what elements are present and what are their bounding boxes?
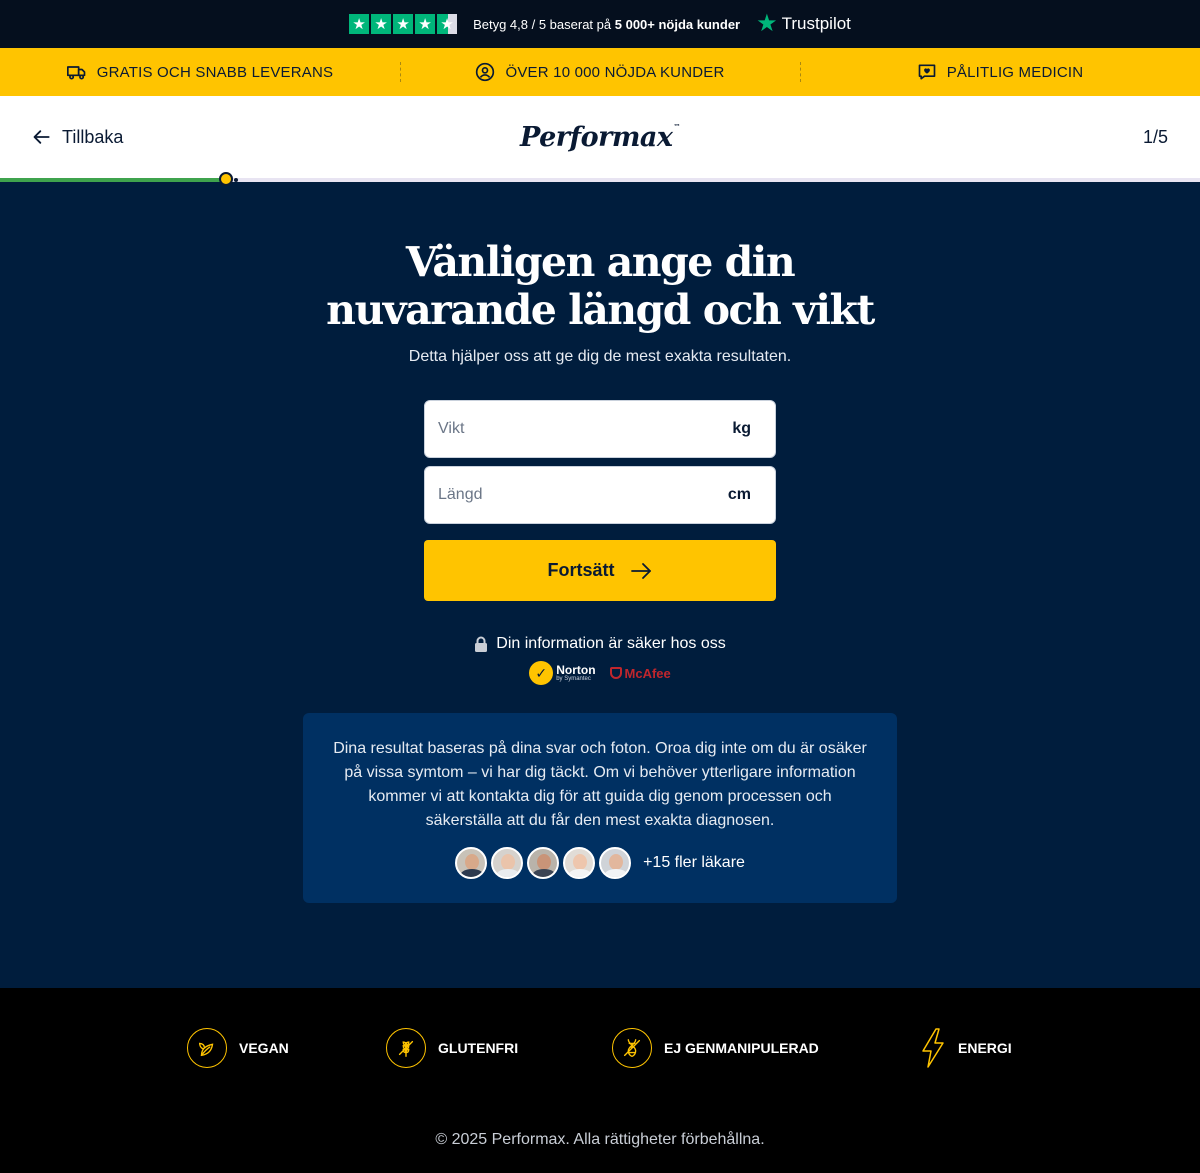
height-field[interactable]: cm xyxy=(424,466,776,524)
star-icon: ★ xyxy=(349,14,370,34)
more-doctors: +15 fler läkare xyxy=(643,854,745,871)
info-box: Dina resultat baseras på dina svar och f… xyxy=(303,713,897,903)
feature-gluten-free: GLUTENFRI xyxy=(386,1028,518,1068)
check-icon: ✓ xyxy=(529,661,554,685)
usp-medicine: PÅLITLIG MEDICIN xyxy=(800,48,1200,96)
progress-bar xyxy=(0,172,1200,186)
truck-icon xyxy=(66,66,86,80)
arrow-right-icon xyxy=(630,562,651,579)
weight-unit: kg xyxy=(732,420,751,437)
step-indicator: 1/5 xyxy=(1142,126,1168,147)
trustpilot-star-icon: ★ xyxy=(756,10,778,37)
dna-icon xyxy=(612,1028,652,1068)
security-badges: ✓ Norton by Symantec McAfee xyxy=(529,661,671,685)
page-title: Vänligen ange din nuvarande längd och vi… xyxy=(326,238,875,334)
weight-input[interactable] xyxy=(438,420,678,438)
main-content: Vänligen ange din nuvarande längd och vi… xyxy=(0,182,1200,988)
norton-badge: ✓ Norton by Symantec xyxy=(529,661,596,685)
height-unit: cm xyxy=(727,486,751,503)
leaf-icon xyxy=(187,1028,227,1068)
trustpilot-logo[interactable]: ★ Trustpilot xyxy=(756,12,851,36)
feature-energy: ENERGI xyxy=(920,1028,1012,1068)
site-footer: VEGAN GLUTENFRI EJ GENMANIPULERAD ENERGI… xyxy=(0,988,1200,1173)
star-icon: ★ xyxy=(371,14,392,34)
copyright: © 2025 Performax. Alla rättigheter förbe… xyxy=(435,1131,765,1148)
lock-icon xyxy=(475,636,488,652)
heart-message-icon xyxy=(918,64,936,80)
security-note: Din information är säker hos oss xyxy=(474,635,726,653)
back-label: Tillbaka xyxy=(62,126,124,147)
avatar xyxy=(563,847,596,879)
usp-bar: GRATIS OCH SNABB LEVERANS ÖVER 10 000 NÖ… xyxy=(0,48,1200,96)
height-input[interactable] xyxy=(438,486,678,504)
progress-fill xyxy=(0,178,226,182)
feature-vegan: VEGAN xyxy=(187,1028,289,1068)
weight-field[interactable]: kg xyxy=(424,400,776,458)
feature-list: VEGAN GLUTENFRI EJ GENMANIPULERAD ENERGI xyxy=(0,1028,1200,1068)
mcafee-badge: McAfee xyxy=(609,666,671,681)
progress-marker xyxy=(219,172,238,186)
avatar xyxy=(491,847,524,879)
avatar xyxy=(527,847,560,879)
star-icon: ★ xyxy=(415,14,436,34)
avatar xyxy=(455,847,488,879)
usp-delivery: GRATIS OCH SNABB LEVERANS xyxy=(0,48,400,96)
trustpilot-stars: ★ ★ ★ ★ ★ xyxy=(349,14,458,34)
star-icon: ★ xyxy=(393,14,414,34)
page-subtitle: Detta hjälper oss att ge dig de mest exa… xyxy=(408,348,792,365)
lightning-icon xyxy=(920,1028,946,1068)
continue-button[interactable]: Fortsätt xyxy=(424,540,776,601)
site-header: Tillbaka Performax™ 1/5 xyxy=(0,96,1200,178)
mcafee-shield-icon xyxy=(609,667,622,679)
feature-non-gmo: EJ GENMANIPULERAD xyxy=(612,1028,819,1068)
continue-label: Fortsätt xyxy=(547,560,615,580)
rating-text: Betyg 4,8 / 5 baserat på 5 000+ nöjda ku… xyxy=(473,16,741,32)
back-button[interactable]: Tillbaka xyxy=(32,127,123,148)
arrow-left-icon xyxy=(33,130,50,144)
info-text: Dina resultat baseras på dina svar och f… xyxy=(333,740,867,829)
half-star-icon: ★ xyxy=(437,14,458,34)
trustpilot-bar: ★ ★ ★ ★ ★ Betyg 4,8 / 5 baserat på 5 000… xyxy=(0,0,1200,48)
user-circle-icon xyxy=(476,62,495,82)
wheat-icon xyxy=(386,1028,426,1068)
usp-customers: ÖVER 10 000 NÖJDA KUNDER xyxy=(400,48,800,96)
doctor-avatars: +15 fler läkare xyxy=(331,847,869,879)
avatar xyxy=(599,847,632,879)
performax-logo[interactable]: Performax™ xyxy=(520,122,680,153)
